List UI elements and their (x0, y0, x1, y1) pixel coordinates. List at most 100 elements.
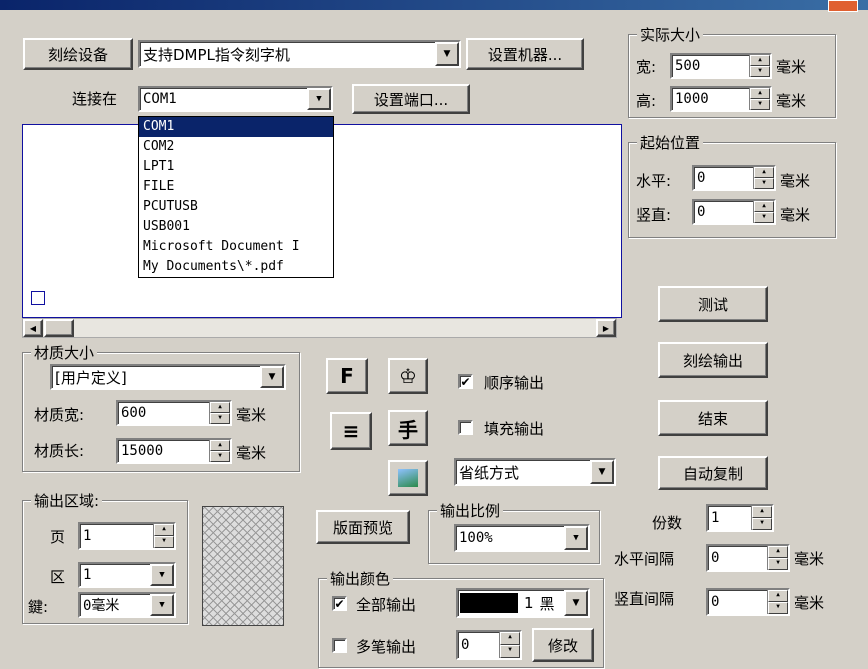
horizontal-label: 水平: (636, 172, 672, 190)
output-area-title: 输出区域: (31, 490, 103, 511)
unit-label: 毫米 (236, 444, 267, 462)
multi-pen-value: 0 (461, 637, 470, 653)
title-bar (0, 0, 868, 10)
copies-label: 份数 (652, 514, 683, 532)
small-square-icon[interactable] (31, 291, 45, 305)
port-option[interactable]: LPT1 (139, 157, 333, 177)
port-option[interactable]: COM1 (139, 117, 333, 137)
sequential-checkbox[interactable]: ✔ (458, 374, 473, 389)
material-width-label: 材质宽: (34, 406, 85, 424)
spinner-icon[interactable]: ▲ ▼ (749, 55, 770, 77)
spinner-icon[interactable]: ▲ ▼ (753, 201, 774, 223)
chevron-down-icon[interactable]: ▼ (564, 590, 588, 616)
start-vertical-input[interactable]: 0 ▲ ▼ (692, 199, 776, 225)
material-preset-select[interactable]: [用户定义] ▼ (50, 364, 286, 390)
port-option[interactable]: My Documents\*.pdf (139, 257, 333, 277)
port-option[interactable]: COM2 (139, 137, 333, 157)
port-option[interactable]: USB001 (139, 217, 333, 237)
setup-port-button[interactable]: 设置端口... (352, 84, 470, 114)
port-option[interactable]: PCUTUSB (139, 197, 333, 217)
paper-mode-select[interactable]: 省纸方式 ▼ (454, 458, 616, 486)
unit-label: 毫米 (780, 206, 811, 224)
spinner-icon[interactable]: ▲ ▼ (767, 590, 788, 614)
multi-pen-input[interactable]: 0 ▲ ▼ (456, 630, 522, 660)
page-input[interactable]: 1 ▲ ▼ (78, 522, 176, 550)
plot-output-button[interactable]: 刻绘输出 (658, 342, 768, 378)
unit-label: 毫米 (776, 58, 807, 76)
actual-height-input[interactable]: 1000 ▲ ▼ (670, 86, 772, 112)
fill-checkbox[interactable] (458, 420, 473, 435)
chevron-down-icon[interactable]: ▼ (307, 88, 331, 110)
color-swatch (460, 593, 518, 613)
plot-device-button[interactable]: 刻绘设备 (23, 38, 133, 70)
copies-value: 1 (711, 510, 720, 526)
actual-width-input[interactable]: 500 ▲ ▼ (670, 53, 772, 79)
test-button[interactable]: 测试 (658, 286, 768, 322)
spinner-icon[interactable]: ▲ ▼ (751, 506, 772, 530)
port-value: COM1 (143, 91, 177, 107)
scroll-right-icon[interactable]: ▶ (596, 319, 616, 337)
material-length-input[interactable]: 15000 ▲ ▼ (116, 438, 232, 464)
all-output-label: 全部输出 (356, 596, 417, 614)
horizontal-gap-input[interactable]: 0 ▲ ▼ (706, 544, 790, 572)
port-option[interactable]: Microsoft Document I (139, 237, 333, 257)
port-dropdown-list[interactable]: COM1 COM2 LPT1 FILE PCUTUSB USB001 Micro… (138, 116, 334, 278)
output-color-title: 输出颜色 (327, 568, 394, 589)
vertical-gap-input[interactable]: 0 ▲ ▼ (706, 588, 790, 616)
spinner-icon[interactable]: ▲ ▼ (753, 167, 774, 189)
end-button[interactable]: 结束 (658, 400, 768, 436)
start-horizontal-input[interactable]: 0 ▲ ▼ (692, 165, 776, 191)
chevron-down-icon[interactable]: ▼ (435, 42, 459, 66)
pen-number: 1 (524, 594, 534, 612)
port-select[interactable]: COM1 ▼ (138, 86, 333, 112)
chevron-down-icon[interactable]: ▼ (590, 460, 614, 484)
image-icon[interactable] (388, 460, 428, 496)
layout-preview-button[interactable]: 版面预览 (316, 510, 410, 544)
close-icon[interactable] (828, 0, 858, 12)
vertical-gap-label: 竖直间隔 (614, 590, 675, 608)
modify-button[interactable]: 修改 (532, 628, 594, 662)
port-option[interactable]: FILE (139, 177, 333, 197)
scroll-thumb[interactable] (44, 319, 74, 337)
chevron-down-icon[interactable]: ▼ (564, 526, 588, 550)
spinner-icon[interactable]: ▲ ▼ (749, 88, 770, 110)
scroll-left-icon[interactable]: ◀ (23, 319, 43, 337)
actual-size-title: 实际大小 (637, 24, 704, 45)
zone-select[interactable]: 1 ▼ (78, 562, 176, 588)
zone-value: 1 (83, 567, 92, 583)
height-label: 高: (636, 92, 657, 110)
all-output-checkbox[interactable]: ✔ (332, 596, 347, 611)
ratio-select[interactable]: 100% ▼ (454, 524, 590, 552)
copies-input[interactable]: 1 ▲ ▼ (706, 504, 774, 532)
output-ratio-title: 输出比例 (437, 500, 504, 521)
auto-copy-button[interactable]: 自动复制 (658, 456, 768, 490)
actual-height-value: 1000 (675, 91, 709, 107)
spinner-icon[interactable]: ▲ ▼ (153, 524, 174, 548)
mirror-icon[interactable]: 手 (388, 410, 428, 446)
pen-color-select[interactable]: 1 黑 ▼ (456, 588, 590, 618)
align-icon[interactable]: ≡ (330, 412, 372, 450)
spinner-icon[interactable]: ▲ ▼ (767, 546, 788, 570)
spinner-icon[interactable]: ▲ ▼ (209, 402, 230, 424)
fill-label: 填充输出 (484, 420, 545, 438)
material-width-value: 600 (121, 405, 147, 421)
material-size-title: 材质大小 (31, 342, 98, 363)
chevron-down-icon[interactable]: ▼ (150, 564, 174, 586)
unit-label: 毫米 (236, 406, 267, 424)
spinner-icon[interactable]: ▲ ▼ (499, 632, 520, 658)
multi-pen-checkbox[interactable] (332, 638, 347, 653)
material-width-input[interactable]: 600 ▲ ▼ (116, 400, 232, 426)
machine-select[interactable]: 支持DMPL指令刻字机 ▼ (138, 40, 461, 68)
chevron-down-icon[interactable]: ▼ (150, 594, 174, 616)
chevron-down-icon[interactable]: ▼ (260, 366, 284, 388)
gap-select[interactable]: 0毫米 ▼ (78, 592, 176, 618)
spinner-icon[interactable]: ▲ ▼ (209, 440, 230, 462)
font-icon[interactable]: F (326, 358, 368, 394)
port-label: 连接在 (72, 90, 118, 108)
setup-machine-button[interactable]: 设置机器... (466, 38, 584, 70)
width-label: 宽: (636, 58, 657, 76)
vertical-label: 竖直: (636, 206, 672, 224)
material-length-value: 15000 (121, 443, 164, 459)
rotate-icon[interactable]: ♔ (388, 358, 428, 394)
horizontal-scrollbar[interactable]: ◀ ▶ (22, 318, 617, 338)
